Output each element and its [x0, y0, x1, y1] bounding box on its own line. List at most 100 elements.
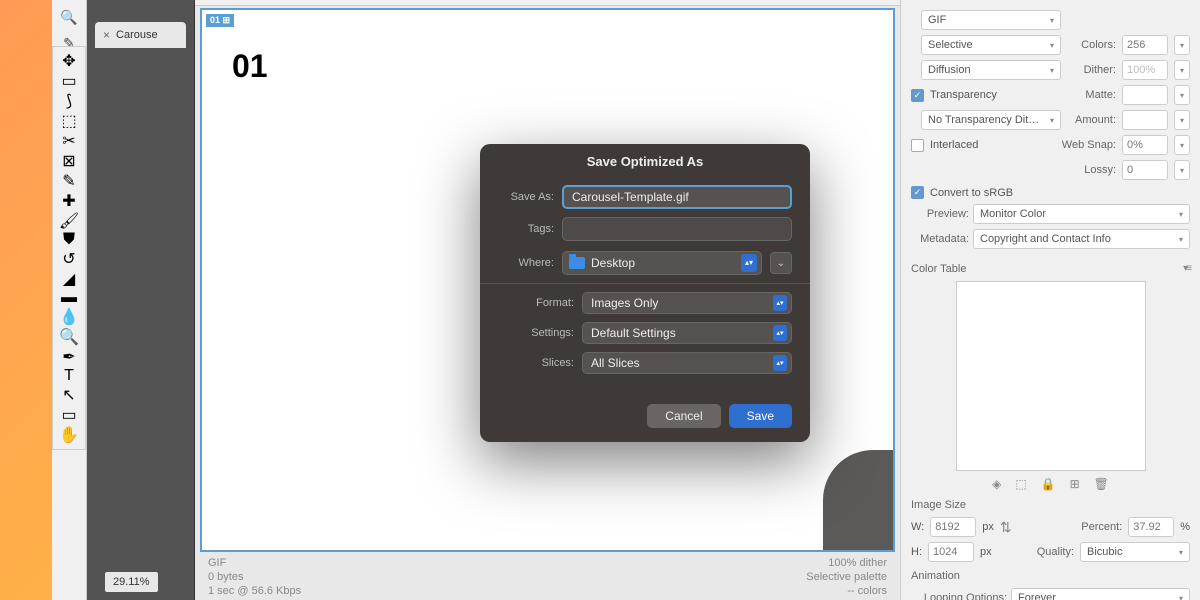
path-select-icon[interactable]: ↖ — [62, 385, 75, 405]
frame-tool-icon[interactable]: ⊠ — [62, 151, 75, 171]
ct-icon-snap[interactable]: ◈ — [992, 477, 1001, 491]
brush-tool-icon[interactable]: 🖌 — [59, 211, 79, 231]
px-label-w: px — [982, 521, 994, 533]
srgb-checkbox[interactable]: ✓ — [911, 186, 924, 199]
slices-label: Slices: — [498, 357, 574, 369]
healing-tool-icon[interactable]: ✚ — [62, 191, 75, 211]
lossy-label: Lossy: — [1084, 164, 1116, 176]
eyedropper-icon[interactable]: ✎ — [62, 171, 75, 191]
where-stepper-icon[interactable]: ▴▾ — [741, 254, 757, 272]
eraser-tool-icon[interactable]: ◢ — [63, 269, 75, 289]
looping-select[interactable]: Forever▾ — [1011, 588, 1190, 600]
move-tool-icon[interactable]: ✥ — [62, 51, 75, 71]
preset-select[interactable]: GIF▾ — [921, 10, 1061, 30]
ct-icon-lock[interactable]: 🔒 — [1041, 477, 1056, 491]
tags-input[interactable] — [562, 217, 792, 241]
zoom-percentage[interactable]: 29.11% — [105, 572, 158, 592]
lossy-stepper[interactable]: ▾ — [1174, 160, 1190, 180]
dither-method-select[interactable]: Diffusion▾ — [921, 60, 1061, 80]
matte-dropdown[interactable]: ▾ — [1174, 85, 1190, 105]
hand-tool-icon[interactable]: ✋ — [59, 425, 79, 445]
metadata-select[interactable]: Copyright and Contact Info▾ — [973, 229, 1190, 249]
footer-palette: Selective palette — [806, 570, 887, 584]
footer-format: GIF — [208, 556, 301, 570]
blur-tool-icon[interactable]: 💧 — [59, 307, 79, 327]
color-reduction-select[interactable]: Selective▾ — [921, 35, 1061, 55]
preview-label: Preview: — [911, 208, 969, 220]
amount-input[interactable] — [1122, 110, 1168, 130]
websnap-label: Web Snap: — [1062, 139, 1116, 151]
trans-dither-select[interactable]: No Transparency Dit…▾ — [921, 110, 1061, 130]
preview-footer: GIF 0 bytes 1 sec @ 56.6 Kbps 100% dithe… — [200, 552, 895, 596]
dither-stepper[interactable]: ▾ — [1174, 60, 1190, 80]
image-content — [823, 450, 893, 550]
matte-label: Matte: — [1085, 89, 1116, 101]
footer-size: 0 bytes — [208, 570, 301, 584]
slices-select[interactable]: All Slices▴▾ — [582, 352, 792, 374]
outer-backdrop — [0, 0, 52, 600]
save-button[interactable]: Save — [729, 404, 792, 428]
cancel-button[interactable]: Cancel — [647, 404, 720, 428]
link-icon[interactable]: ⇅ — [1000, 519, 1012, 536]
width-input[interactable] — [930, 517, 976, 537]
lasso-tool-icon[interactable]: ⟆ — [66, 91, 72, 111]
colors-label: Colors: — [1081, 39, 1116, 51]
colors-stepper[interactable]: ▾ — [1174, 35, 1190, 55]
ct-icon-cube[interactable]: ⬚ — [1015, 477, 1026, 491]
pen-tool-icon[interactable]: ✒ — [62, 347, 75, 367]
pct-label: % — [1180, 521, 1190, 533]
canvas-content-number: 01 — [232, 48, 268, 85]
transparency-label: Transparency — [930, 89, 997, 101]
footer-dither: 100% dither — [806, 556, 887, 570]
ct-icon-trash[interactable]: 🗑 — [1094, 477, 1109, 491]
websnap-input[interactable] — [1122, 135, 1168, 155]
history-brush-icon[interactable]: ↺ — [62, 249, 75, 269]
gradient-tool-icon[interactable]: ▬ — [61, 289, 77, 307]
dither-input[interactable] — [1122, 60, 1168, 80]
document-tab-label: Carouse — [116, 29, 158, 41]
where-value: Desktop — [591, 256, 635, 270]
type-tool-icon[interactable]: T — [64, 367, 74, 385]
expand-browser-button[interactable]: ⌄ — [770, 252, 792, 274]
quick-select-tool-icon[interactable]: ⬚ — [61, 111, 76, 131]
px-label-h: px — [980, 546, 992, 558]
where-label: Where: — [498, 257, 554, 269]
stamp-tool-icon[interactable]: ⛊ — [63, 231, 75, 249]
image-size-title: Image Size — [911, 499, 1190, 511]
footer-timing: 1 sec @ 56.6 Kbps — [208, 584, 301, 598]
settings-select[interactable]: Default Settings▴▾ — [582, 322, 792, 344]
dodge-tool-icon[interactable]: 🔍 — [59, 327, 79, 347]
colors-input[interactable] — [1122, 35, 1168, 55]
close-tab-icon[interactable]: × — [103, 28, 110, 42]
quality-select[interactable]: Bicubic▾ — [1080, 542, 1190, 562]
websnap-stepper[interactable]: ▾ — [1174, 135, 1190, 155]
color-table-title: Color Table — [911, 263, 966, 275]
marquee-tool-icon[interactable]: ▭ — [61, 71, 76, 91]
height-input[interactable] — [928, 542, 974, 562]
amount-stepper[interactable]: ▾ — [1174, 110, 1190, 130]
save-as-input[interactable] — [562, 185, 792, 209]
transparency-checkbox[interactable]: ✓ — [911, 89, 924, 102]
crop-tool-icon[interactable]: ✂ — [62, 131, 75, 151]
matte-swatch[interactable] — [1122, 85, 1168, 105]
where-select[interactable]: Desktop ▴▾ — [562, 251, 762, 275]
lossy-input[interactable] — [1122, 160, 1168, 180]
format-select[interactable]: Images Only▴▾ — [582, 292, 792, 314]
interlaced-label: Interlaced — [930, 139, 978, 151]
document-tab[interactable]: × Carouse — [95, 22, 186, 48]
ps-toolbar: ✥ ▭ ⟆ ⬚ ✂ ⊠ ✎ ✚ 🖌 ⛊ ↺ ◢ ▬ 💧 🔍 ✒ T ↖ ▭ ✋ — [52, 46, 86, 450]
looping-label: Looping Options: — [911, 592, 1007, 600]
color-table[interactable] — [956, 281, 1146, 471]
preview-select[interactable]: Monitor Color▾ — [973, 204, 1190, 224]
color-table-menu-icon[interactable]: ▾≡ — [1183, 263, 1190, 274]
zoom-tool-icon[interactable]: 🔍 — [56, 4, 82, 30]
optimize-panel: GIF▾ Selective▾ Colors: ▾ Diffusion▾ Dit… — [900, 0, 1200, 600]
ct-icon-new[interactable]: ⊞ — [1070, 477, 1080, 491]
footer-colors: -- colors — [806, 584, 887, 598]
rectangle-tool-icon[interactable]: ▭ — [61, 405, 76, 425]
interlaced-checkbox[interactable] — [911, 139, 924, 152]
srgb-label: Convert to sRGB — [930, 187, 1013, 199]
settings-label: Settings: — [498, 327, 574, 339]
animation-title: Animation — [911, 570, 1190, 582]
percent-input[interactable] — [1128, 517, 1174, 537]
